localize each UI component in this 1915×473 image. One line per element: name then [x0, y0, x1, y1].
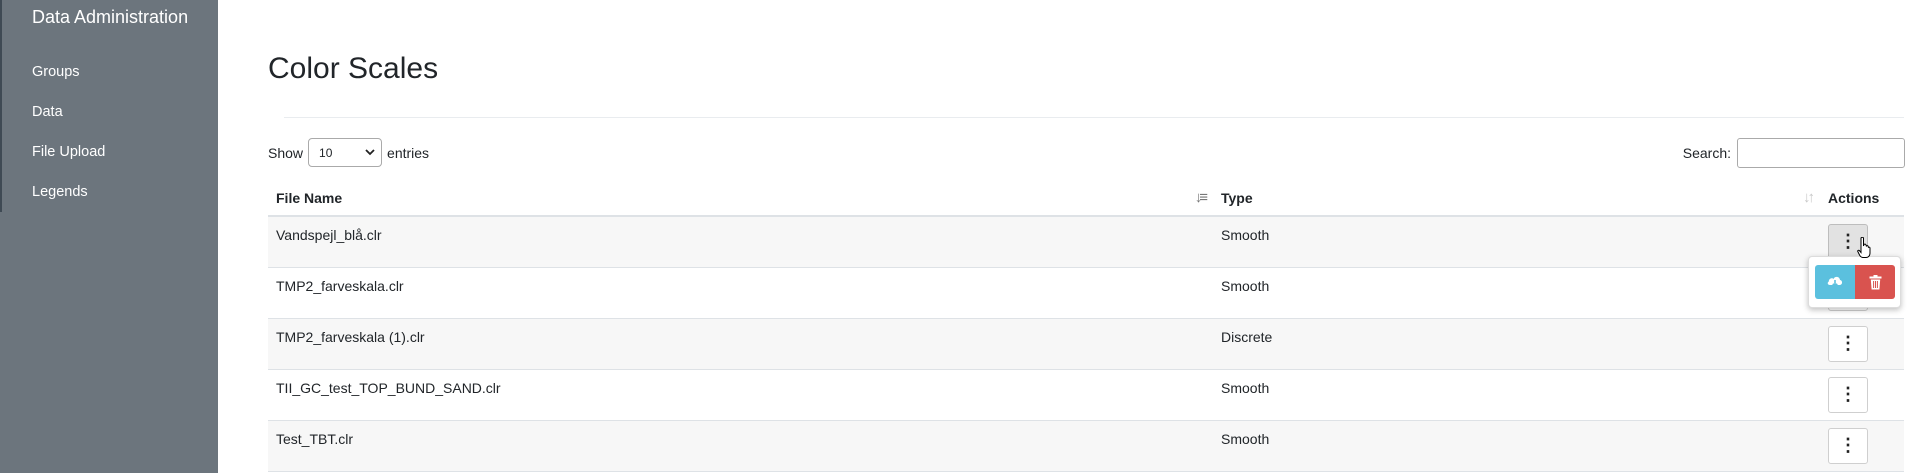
type-cell: Smooth [1213, 369, 1820, 421]
chevron-down-icon [365, 149, 375, 156]
sidebar-item-file-upload[interactable]: File Upload [32, 142, 105, 182]
color-scales-table: File Name ↓≡ Type ↓↑ Actions Vandspejl_b… [268, 180, 1904, 472]
file-name-cell: Vandspejl_blå.clr [268, 216, 1213, 268]
entries-select[interactable]: 10 [308, 138, 383, 167]
file-name-cell: TII_GC_test_TOP_BUND_SAND.clr [268, 369, 1213, 421]
column-header-actions-label: Actions [1828, 189, 1880, 206]
more-vertical-icon: ⋮ [1839, 435, 1857, 455]
column-header-file-name-label: File Name [276, 189, 343, 206]
length-control: Show 10 entries [268, 138, 429, 167]
type-cell: Smooth [1213, 216, 1820, 268]
column-header-type[interactable]: Type ↓↑ [1213, 180, 1820, 217]
search-label: Search: [1682, 145, 1731, 161]
row-actions-button[interactable]: ⋮ [1828, 427, 1868, 464]
page-title: Color Scales [268, 52, 439, 85]
actions-cell: ⋮ [1820, 318, 1904, 370]
sidebar-accent [0, 0, 2, 212]
sidebar-item-legends[interactable]: Legends [32, 182, 105, 222]
table-row: TMP2_farveskala.clr Smooth ⋮ [268, 267, 1904, 319]
more-vertical-icon: ⋮ [1839, 333, 1857, 353]
sort-ascending-icon: ↓≡ [1194, 189, 1208, 206]
actions-cell: ⋮ [1820, 420, 1904, 472]
search-control: Search: [1683, 138, 1905, 168]
type-cell: Smooth [1213, 267, 1820, 319]
main-content: Color Scales Show 10 entries Search: Fil… [268, 0, 1905, 473]
more-vertical-icon: ⋮ [1839, 231, 1857, 252]
row-actions-button[interactable]: ⋮ [1828, 376, 1868, 413]
hand-pointer-icon [1857, 237, 1871, 258]
divider [284, 117, 1904, 118]
table-row: TMP2_farveskala (1).clr Discrete ⋮ [268, 318, 1904, 370]
actions-cell: ⋮ [1820, 369, 1904, 421]
row-actions-popover [1808, 256, 1901, 308]
entries-label: entries [387, 144, 430, 161]
file-name-cell: TMP2_farveskala.clr [268, 267, 1213, 319]
table-row: TII_GC_test_TOP_BUND_SAND.clr Smooth ⋮ [268, 369, 1904, 421]
delete-button[interactable] [1855, 265, 1895, 299]
more-vertical-icon: ⋮ [1839, 384, 1857, 404]
sidebar-title: Data Administration [32, 7, 189, 27]
file-name-cell: Test_TBT.clr [268, 420, 1213, 472]
table-row: Test_TBT.clr Smooth ⋮ [268, 420, 1904, 472]
search-input[interactable] [1737, 138, 1905, 168]
cloud-download-icon [1827, 276, 1843, 288]
sidebar-item-groups[interactable]: Groups [32, 62, 105, 102]
sidebar-nav: Groups Data File Upload Legends [32, 62, 105, 222]
table-header-row: File Name ↓≡ Type ↓↑ Actions [268, 180, 1904, 217]
download-button[interactable] [1815, 265, 1855, 299]
column-header-file-name[interactable]: File Name ↓≡ [268, 180, 1213, 217]
entries-select-value: 10 [319, 145, 333, 160]
row-actions-button[interactable]: ⋮ [1828, 325, 1868, 362]
sidebar: Data Administration Groups Data File Upl… [0, 0, 218, 473]
trash-icon [1869, 274, 1881, 289]
sidebar-item-data[interactable]: Data [32, 102, 105, 142]
type-cell: Discrete [1213, 318, 1820, 370]
column-header-type-label: Type [1221, 189, 1253, 206]
file-name-cell: TMP2_farveskala (1).clr [268, 318, 1213, 370]
column-header-actions: Actions [1820, 180, 1904, 217]
sort-both-icon: ↓↑ [1803, 189, 1815, 206]
type-cell: Smooth [1213, 420, 1820, 472]
table-row: Vandspejl_blå.clr Smooth ⋮ [268, 216, 1904, 268]
show-label: Show [268, 144, 304, 161]
